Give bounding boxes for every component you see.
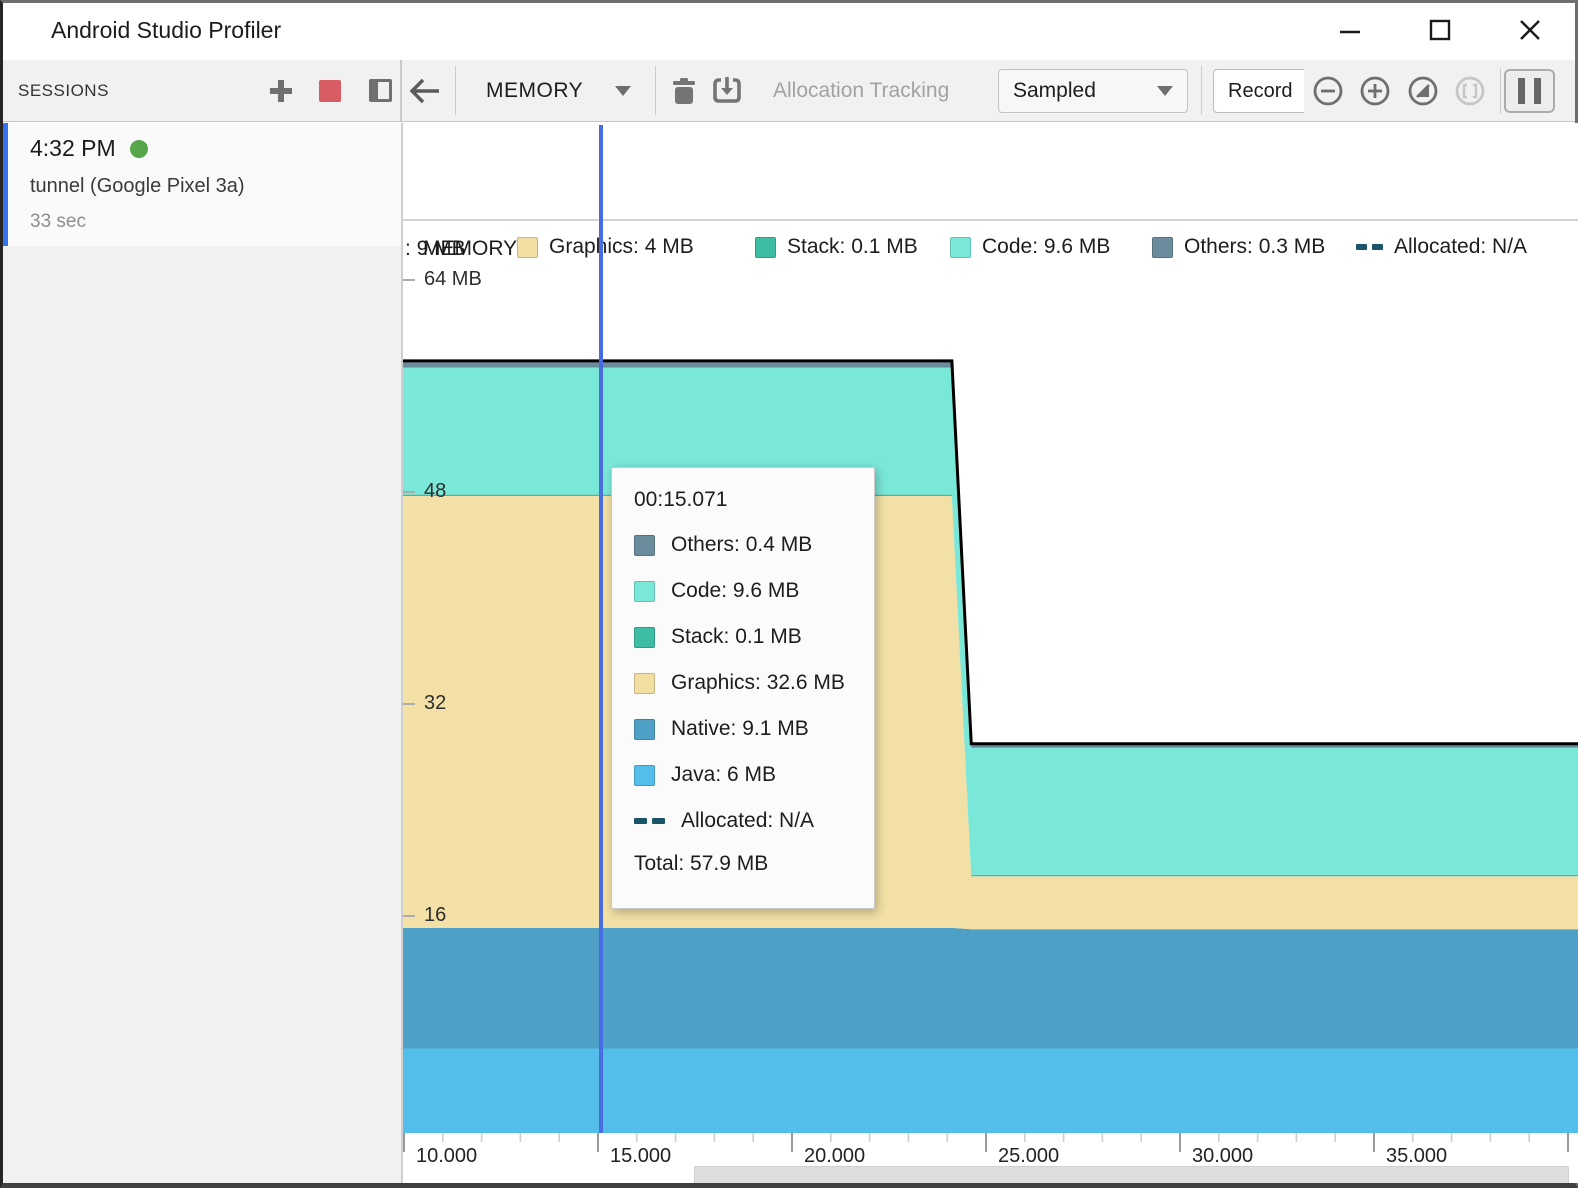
tooltip-row-label: Native: 9.1 MB (671, 717, 809, 741)
profiler-window: Android Studio Profiler SESSIONS MEMORY (0, 0, 1578, 1188)
zoom-selection-icon (1453, 74, 1487, 108)
sampling-mode-value: Sampled (1013, 79, 1096, 103)
download-bracket-icon (711, 75, 743, 107)
x-tick-label: 20.000 (804, 1145, 865, 1168)
pause-icon (1518, 78, 1525, 104)
maximize-button[interactable] (1425, 15, 1455, 45)
zoom-out-button[interactable] (1304, 74, 1351, 108)
profiler-type-dropdown[interactable]: MEMORY (486, 60, 583, 121)
record-button[interactable]: Record (1213, 69, 1310, 113)
back-arrow-icon (407, 74, 443, 108)
y-tick-mark (403, 703, 415, 705)
toolbar-divider (455, 66, 456, 115)
selected-session-indicator (3, 123, 8, 246)
tooltip-rows: Others: 0.4 MB Code: 9.6 MB Stack: 0.1 MB G… (634, 522, 852, 844)
zoom-out-icon (1311, 74, 1345, 108)
tooltip-row: Allocated: N/A (634, 798, 852, 844)
tooltip-row-label: Java: 6 MB (671, 763, 776, 787)
legend-swatch (634, 719, 655, 740)
sampling-mode-select[interactable]: Sampled (998, 69, 1188, 113)
area-series-native (403, 928, 1578, 1049)
y-tick-label: 48 (424, 480, 446, 503)
tooltip-row: Native: 9.1 MB (634, 706, 852, 752)
x-tick-label: 15.000 (610, 1145, 671, 1168)
toolbar-divider (1201, 66, 1202, 115)
tooltip-row: Code: 9.6 MB (634, 568, 852, 614)
zoom-panel-divider (1500, 68, 1501, 114)
toolbar: SESSIONS MEMORY All (3, 60, 1575, 122)
x-tick-label: 30.000 (1192, 1145, 1253, 1168)
session-device: tunnel (Google Pixel 3a) (30, 175, 245, 198)
stop-session-button[interactable] (319, 80, 341, 102)
legend-swatch (634, 581, 655, 602)
close-icon (1517, 17, 1543, 43)
y-tick-mark (403, 279, 415, 281)
tooltip-row: Graphics: 32.6 MB (634, 660, 852, 706)
y-tick-label: 16 (424, 904, 446, 927)
capture-heap-dump-button[interactable] (711, 75, 743, 112)
tooltip-row: Java: 6 MB (634, 752, 852, 798)
pause-icon (1534, 78, 1541, 104)
add-session-button[interactable] (269, 79, 293, 108)
tooltip-row-label: Allocated: N/A (681, 809, 814, 833)
legend-swatch (634, 673, 655, 694)
chevron-down-icon (1157, 86, 1173, 96)
sessions-header: SESSIONS (18, 60, 109, 121)
legend-swatch (634, 535, 655, 556)
toolbar-divider (400, 60, 402, 121)
horizontal-scrollbar-thumb[interactable] (694, 1166, 1569, 1183)
record-button-label: Record (1228, 80, 1292, 103)
y-tick-label: 64 MB (424, 268, 482, 291)
zoom-controls (1304, 60, 1555, 121)
titlebar: Android Studio Profiler (3, 3, 1575, 60)
y-tick-label: 32 (424, 692, 446, 715)
collapse-panel-button[interactable] (369, 79, 392, 102)
tooltip-row-label: Others: 0.4 MB (671, 533, 812, 557)
zoom-in-button[interactable] (1351, 74, 1398, 108)
tooltip-row-label: Code: 9.6 MB (671, 579, 799, 603)
zoom-in-icon (1358, 74, 1392, 108)
reset-zoom-icon (1406, 74, 1440, 108)
back-button[interactable] (407, 74, 443, 113)
session-duration: 33 sec (30, 211, 86, 233)
tooltip-total: Total: 57.9 MB (634, 852, 852, 876)
tooltip-row: Stack: 0.1 MB (634, 614, 852, 660)
zoom-to-selection-button (1446, 74, 1493, 108)
sessions-panel: 4:32 PM tunnel (Google Pixel 3a) 33 sec (3, 123, 403, 1183)
tooltip-row-label: Stack: 0.1 MB (671, 625, 802, 649)
y-tick-mark (403, 915, 415, 917)
timeline-marker-line (599, 125, 603, 1133)
live-session-dot (130, 140, 148, 158)
legend-swatch (634, 627, 655, 648)
gc-trash-button[interactable] (669, 76, 699, 111)
trash-icon (669, 76, 699, 106)
memory-stacked-area-chart[interactable] (403, 123, 1578, 1133)
close-button[interactable] (1515, 15, 1545, 45)
chevron-down-icon (615, 86, 631, 96)
x-tick-label: 10.000 (416, 1145, 477, 1168)
minimize-button[interactable] (1335, 15, 1365, 45)
chart-tooltip: 00:15.071 Others: 0.4 MB Code: 9.6 MB Stac… (611, 467, 875, 909)
x-tick-label: 35.000 (1386, 1145, 1447, 1168)
allocated-dash-icon (634, 818, 665, 824)
tooltip-time: 00:15.071 (634, 488, 852, 512)
session-list-item[interactable]: 4:32 PM tunnel (Google Pixel 3a) 33 sec (3, 123, 401, 246)
pause-live-button[interactable] (1504, 69, 1555, 113)
legend-swatch (634, 765, 655, 786)
session-time: 4:32 PM (30, 135, 116, 162)
toolbar-divider (655, 66, 656, 115)
reset-zoom-button[interactable] (1399, 74, 1446, 108)
area-series-java (403, 1049, 1578, 1134)
plus-icon (269, 79, 293, 103)
minimize-icon (1337, 17, 1363, 43)
memory-timeline-pane: : 9 MB MEMORY Graphics: 4 MBStack: 0.1 M… (403, 123, 1578, 1183)
y-tick-mark (403, 491, 415, 493)
window-title: Android Studio Profiler (51, 17, 281, 44)
tooltip-row-label: Graphics: 32.6 MB (671, 671, 845, 695)
maximize-icon (1427, 17, 1453, 43)
tooltip-row: Others: 0.4 MB (634, 522, 852, 568)
allocation-tracking-label: Allocation Tracking (773, 60, 949, 121)
x-tick-label: 25.000 (998, 1145, 1059, 1168)
